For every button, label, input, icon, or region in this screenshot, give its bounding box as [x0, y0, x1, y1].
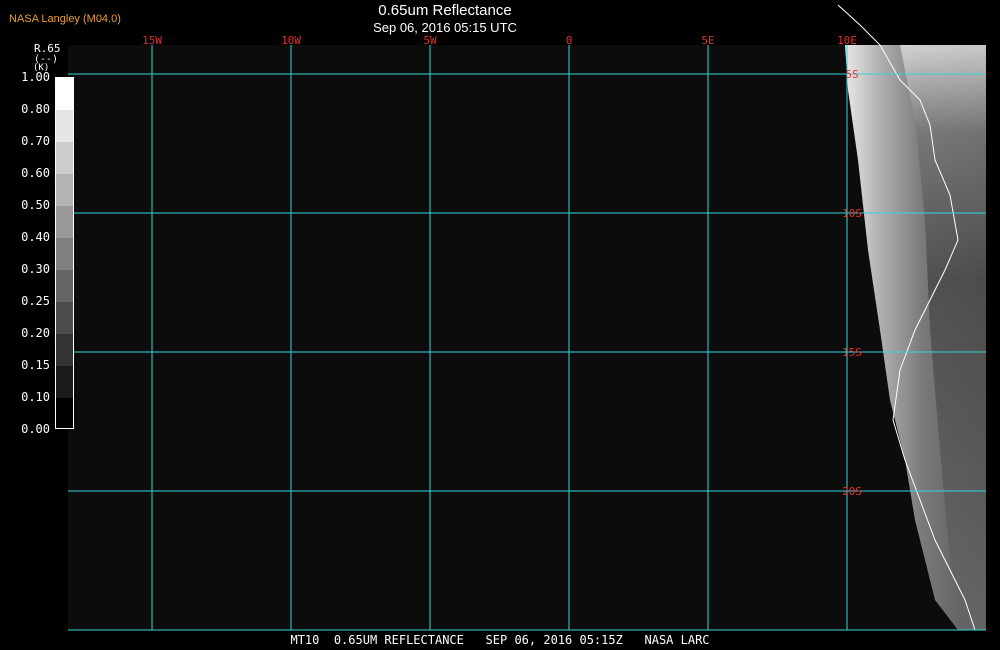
ocean-area: [68, 45, 986, 630]
page-title: 0.65um Reflectance: [378, 2, 512, 19]
legend-tick-label: 0.25: [21, 294, 50, 308]
legend-segment: [56, 398, 73, 428]
timestamp-subtitle: Sep 06, 2016 05:15 UTC: [373, 20, 517, 35]
legend-tick-label: 0.40: [21, 230, 50, 244]
legend-segment: [56, 110, 73, 143]
legend-segment: [56, 174, 73, 207]
footer-caption: MT10 0.65UM REFLECTANCE SEP 06, 2016 05:…: [290, 633, 710, 647]
legend-segment: [56, 366, 73, 399]
latitude-label: 10S: [842, 207, 862, 220]
legend-tick-label: 0.30: [21, 262, 50, 276]
legend-tick-label: 0.60: [21, 166, 50, 180]
satellite-map: 15W 10W 5W 0 5E 10E 5S 10S 15S 20S: [68, 4, 986, 631]
legend-tick-label: 0.70: [21, 134, 50, 148]
legend-segment: [56, 142, 73, 175]
legend-tick-label: 0.15: [21, 358, 50, 372]
longitude-label: 5E: [701, 34, 714, 47]
legend-tick-label: 0.00: [21, 422, 50, 436]
longitude-label: 5W: [423, 34, 437, 47]
legend-tick-label: 0.10: [21, 390, 50, 404]
longitude-label: 10W: [281, 34, 301, 47]
legend-segment: [56, 238, 73, 271]
legend-tick-label: 0.50: [21, 198, 50, 212]
legend-segment: [56, 334, 73, 367]
legend-colorbar: [55, 77, 74, 429]
longitude-label: 15W: [142, 34, 162, 47]
longitude-label: 10E: [837, 34, 857, 47]
legend-segment: [56, 302, 73, 335]
latitude-label: 15S: [842, 346, 862, 359]
longitude-label: 0: [566, 34, 573, 47]
legend-tick-label: 0.80: [21, 102, 50, 116]
latitude-label: 5S: [845, 68, 858, 81]
legend-tick-label: 1.00: [21, 70, 50, 84]
legend-segment: [56, 78, 73, 111]
legend-tick-label: 0.20: [21, 326, 50, 340]
legend-segment: [56, 206, 73, 239]
latitude-label: 20S: [842, 485, 862, 498]
legend-segment: [56, 270, 73, 303]
